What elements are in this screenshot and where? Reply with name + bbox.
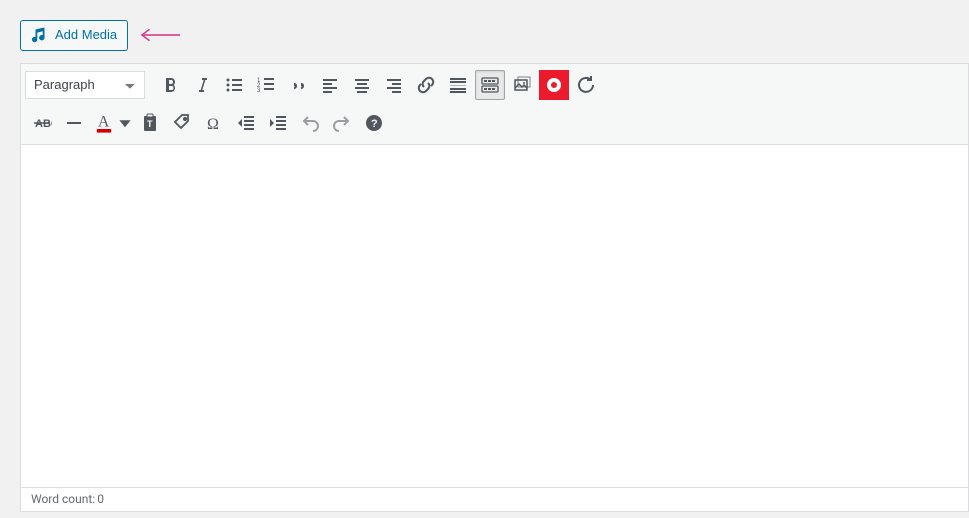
text-color-icon: A (92, 111, 116, 135)
paste-text-icon: T (140, 113, 160, 133)
increase-indent-button[interactable] (263, 108, 293, 138)
paragraph-format-select[interactable]: Paragraph (25, 71, 145, 99)
add-media-button[interactable]: Add Media (20, 20, 128, 51)
text-color-dropdown[interactable] (117, 108, 133, 138)
editor-container: Paragraph 123 (20, 63, 969, 512)
refresh-icon (576, 75, 596, 95)
bold-button[interactable] (155, 70, 185, 100)
svg-text:3: 3 (257, 88, 261, 94)
add-media-label: Add Media (55, 25, 117, 46)
bulleted-list-icon (224, 75, 244, 95)
tag-button[interactable] (167, 108, 197, 138)
svg-text:1: 1 (257, 78, 261, 84)
tag-icon (172, 113, 192, 133)
align-right-button[interactable] (379, 70, 409, 100)
decrease-indent-icon (236, 113, 256, 133)
music-media-icon (31, 26, 49, 44)
link-button[interactable] (411, 70, 441, 100)
help-icon: ? (364, 113, 384, 133)
bulleted-list-button[interactable] (219, 70, 249, 100)
increase-indent-icon (268, 113, 288, 133)
svg-text:2: 2 (257, 83, 261, 89)
numbered-list-button[interactable]: 123 (251, 70, 281, 100)
align-left-icon (320, 75, 340, 95)
align-center-button[interactable] (347, 70, 377, 100)
strikethrough-button[interactable]: ABC (27, 108, 57, 138)
text-color-button[interactable]: A (91, 108, 117, 138)
link-icon (416, 75, 436, 95)
toolbar-toggle-button[interactable] (475, 70, 505, 100)
redo-button[interactable] (327, 108, 357, 138)
paste-text-button[interactable]: T (135, 108, 165, 138)
svg-text:T: T (147, 119, 153, 129)
word-count-label: Word count: (31, 492, 95, 506)
editor-toolbar: Paragraph 123 (21, 64, 968, 145)
refresh-button[interactable] (571, 70, 601, 100)
redo-icon (332, 113, 352, 133)
toolbar-toggle-icon (480, 75, 500, 95)
editor-content-area[interactable] (21, 145, 968, 487)
editor-statusbar: Word count: 0 (21, 487, 968, 511)
media-gallery-icon (512, 75, 532, 95)
help-button[interactable]: ? (359, 108, 389, 138)
horizontal-line-button[interactable] (59, 108, 89, 138)
undo-icon (300, 113, 320, 133)
svg-text:A: A (98, 113, 110, 130)
issuu-icon (547, 78, 561, 92)
decrease-indent-button[interactable] (231, 108, 261, 138)
svg-text:?: ? (371, 118, 378, 130)
align-right-icon (384, 75, 404, 95)
read-more-button[interactable] (443, 70, 473, 100)
numbered-list-icon: 123 (256, 75, 276, 95)
align-center-icon (352, 75, 372, 95)
chevron-down-icon (118, 116, 132, 130)
special-character-button[interactable]: Ω (199, 108, 229, 138)
svg-text:ABC: ABC (35, 118, 52, 130)
annotation-arrow (140, 28, 180, 42)
italic-button[interactable] (187, 70, 217, 100)
italic-icon (192, 75, 212, 95)
word-count-value: 0 (97, 492, 104, 506)
read-more-icon (448, 75, 468, 95)
strikethrough-icon: ABC (32, 113, 52, 133)
special-character-icon: Ω (204, 113, 224, 133)
blockquote-icon (288, 75, 308, 95)
undo-button[interactable] (295, 108, 325, 138)
svg-text:Ω: Ω (207, 116, 219, 133)
horizontal-line-icon (64, 113, 84, 133)
align-left-button[interactable] (315, 70, 345, 100)
bold-icon (160, 75, 180, 95)
media-gallery-button[interactable] (507, 70, 537, 100)
blockquote-button[interactable] (283, 70, 313, 100)
issuu-button[interactable] (539, 70, 569, 100)
